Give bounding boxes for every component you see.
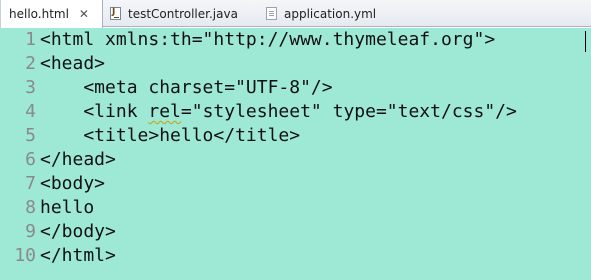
tab-label: testController.java: [128, 6, 238, 21]
code-line: <html xmlns:th="http://www.thymeleaf.org…: [40, 28, 496, 52]
code-text: <link: [40, 101, 149, 122]
code-line: </body>: [40, 221, 116, 242]
close-icon[interactable]: ✕: [78, 8, 90, 20]
tab-label: hello.html: [9, 7, 69, 21]
line-number: 5: [25, 125, 36, 146]
code-editor[interactable]: 1 2 3 4 5 6 7 8 9 10 <html xmlns:th="htt…: [0, 28, 591, 280]
editor-tab-bar: hello.html ✕ testController.java applica…: [0, 0, 591, 28]
line-number: 1: [25, 29, 36, 50]
tab-application-yml[interactable]: application.yml: [266, 0, 376, 27]
code-line: </head>: [40, 149, 116, 170]
tab-hello-html[interactable]: hello.html ✕: [0, 0, 103, 28]
text-caret: [585, 31, 586, 52]
code-line: hello: [40, 197, 95, 218]
code-line: <head>: [40, 53, 106, 74]
code-line: <title>hello</title>: [40, 125, 301, 146]
line-number-gutter: 1 2 3 4 5 6 7 8 9 10: [0, 28, 38, 280]
code-area[interactable]: <html xmlns:th="http://www.thymeleaf.org…: [40, 28, 591, 280]
line-number: 8: [25, 197, 36, 218]
warning-underline: rel: [148, 101, 181, 122]
line-number: 4: [25, 101, 36, 122]
code-line: <meta charset="UTF-8"/>: [40, 77, 333, 98]
tab-label: application.yml: [284, 6, 377, 21]
line-number: 9: [25, 221, 36, 242]
code-line: <body>: [40, 173, 106, 194]
text-file-icon: [266, 7, 277, 20]
code-line: </html>: [40, 245, 116, 266]
java-file-icon: [110, 7, 121, 20]
tab-testcontroller-java[interactable]: testController.java: [110, 0, 238, 27]
line-number: 7: [25, 173, 36, 194]
line-number: 2: [25, 53, 36, 74]
line-number: 6: [25, 149, 36, 170]
code-line: <link rel="stylesheet" type="text/css"/>: [40, 100, 517, 124]
line-number: 10: [14, 245, 36, 266]
code-text: ="stylesheet" type="text/css"/>: [180, 101, 517, 122]
line-number: 3: [25, 77, 36, 98]
